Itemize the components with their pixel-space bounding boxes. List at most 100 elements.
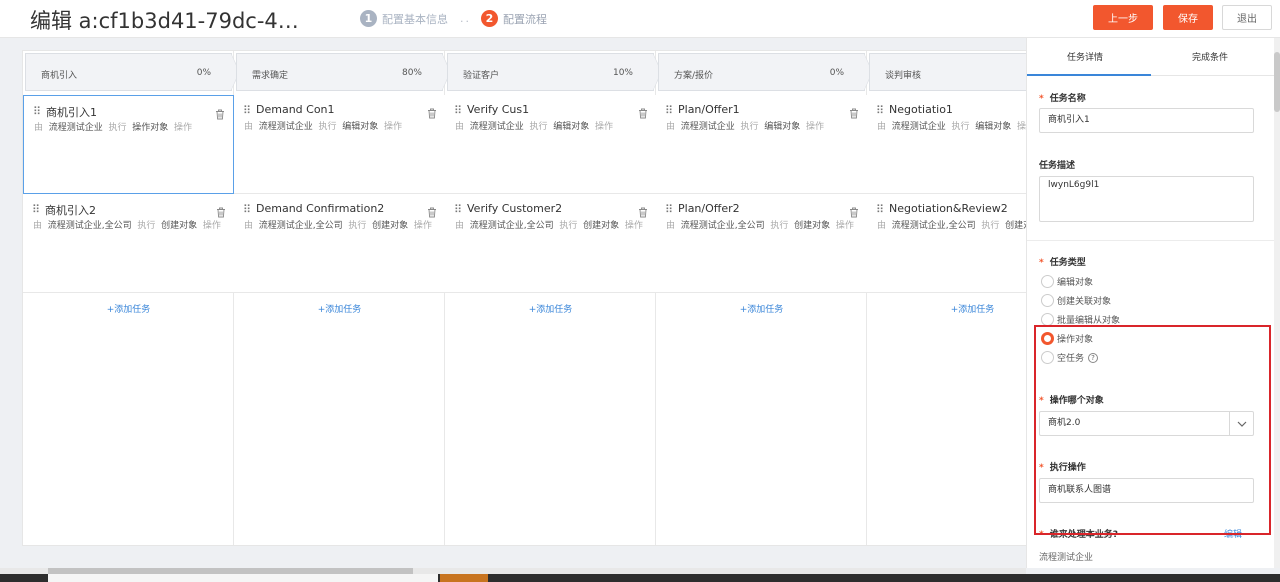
task-meta: 由 流程测试企业,全公司 执行 创建对象 操作	[666, 220, 856, 233]
meta-suffix: 操作	[202, 221, 221, 231]
task-type-label: * 任务类型	[1039, 258, 1086, 268]
step-config-flow[interactable]: 2 配置流程	[481, 10, 547, 27]
stage-header[interactable]: 谈判审核	[869, 53, 1029, 91]
task-meta: 由 流程测试企业 执行 编辑对象 操	[877, 121, 1029, 134]
stage-percent: 0%	[196, 68, 211, 78]
step-number: 1	[360, 10, 377, 27]
meta-suffix: 操作	[174, 123, 193, 133]
meta-owner: 流程测试企业,全公司	[680, 221, 765, 231]
meta-exec: 执行	[981, 221, 1000, 231]
stage-column: 商机引入 0% ⠿ 商机引入1 由 流程测试企业 执行 操作对象 操作 ⠿ 商机引入2 由 流…	[23, 51, 240, 545]
meta-action: 创建对象	[794, 221, 831, 231]
add-task-button[interactable]: +添加任务	[445, 302, 656, 315]
meta-exec: 执行	[348, 221, 367, 231]
stage-name: 验证客户	[463, 71, 500, 81]
trash-icon[interactable]	[849, 104, 859, 119]
meta-action: 创建对象	[161, 221, 198, 231]
task-name: Verify Cus1	[467, 103, 530, 116]
task-card[interactable]: ⠿ Plan/Offer1 由 流程测试企业 执行 编辑对象 操作	[656, 95, 867, 194]
task-card[interactable]: ⠿ Plan/Offer2 由 流程测试企业,全公司 执行 创建对象 操作	[656, 194, 867, 293]
meta-exec: 执行	[951, 122, 970, 132]
drag-handle-icon[interactable]: ⠿	[33, 105, 41, 118]
task-name: Negotiation&Review2	[889, 202, 1008, 215]
meta-action: 创建对象	[372, 221, 409, 231]
drag-handle-icon[interactable]: ⠿	[876, 203, 884, 216]
scroll-thumb[interactable]	[1274, 52, 1280, 112]
stage-header[interactable]: 方案/报价 0%	[658, 53, 873, 91]
stage-header[interactable]: 需求确定 80%	[236, 53, 451, 91]
trash-icon[interactable]	[215, 105, 225, 120]
task-name: Plan/Offer2	[678, 202, 740, 215]
meta-by: 由	[455, 221, 465, 231]
step-indicator: 1 配置基本信息 .. 2 配置流程	[360, 10, 547, 27]
task-card[interactable]: ⠿ Negotiatio1 由 流程测试企业 执行 编辑对象 操	[867, 95, 1029, 194]
radio-edit-object[interactable]: 编辑对象	[1041, 275, 1093, 288]
add-task-button[interactable]: +添加任务	[867, 302, 1029, 315]
drag-handle-icon[interactable]: ⠿	[243, 203, 251, 216]
tab-complete-condition[interactable]: 完成条件	[1192, 50, 1228, 63]
drag-handle-icon[interactable]: ⠿	[454, 203, 462, 216]
meta-by: 由	[455, 122, 465, 132]
task-card[interactable]: ⠿ Verify Customer2 由 流程测试企业,全公司 执行 创建对象 操作	[445, 194, 656, 293]
prev-step-button[interactable]: 上一步	[1093, 5, 1153, 30]
stage-name: 商机引入	[41, 71, 78, 81]
meta-suffix: 操	[1017, 122, 1027, 132]
taskbar-app[interactable]	[440, 574, 488, 582]
top-bar: 编辑 a:cf1b3d41-79dc-4… 1 配置基本信息 .. 2 配置流程…	[0, 0, 1280, 38]
task-card[interactable]: ⠿ Demand Con1 由 流程测试企业 执行 编辑对象 操作	[234, 95, 445, 194]
tab-task-detail[interactable]: 任务详情	[1067, 50, 1103, 63]
drag-handle-icon[interactable]: ⠿	[665, 104, 673, 117]
stage-percent: 0%	[829, 68, 844, 78]
trash-icon[interactable]	[638, 203, 648, 218]
meta-exec: 执行	[137, 221, 156, 231]
task-card[interactable]: ⠿ 商机引入2 由 流程测试企业,全公司 执行 创建对象 操作	[23, 194, 234, 293]
trash-icon[interactable]	[638, 104, 648, 119]
radio-button[interactable]	[1041, 275, 1054, 288]
task-name-input[interactable]: 商机引入1	[1039, 108, 1254, 133]
meta-action: 编辑对象	[342, 122, 379, 132]
meta-by: 由	[244, 122, 254, 132]
stage-header[interactable]: 验证客户 10%	[447, 53, 662, 91]
step-basic-info[interactable]: 1 配置基本信息	[360, 10, 448, 27]
trash-icon[interactable]	[216, 203, 226, 218]
stage-name: 谈判审核	[885, 71, 922, 81]
page-title: 编辑 a:cf1b3d41-79dc-4…	[30, 9, 299, 33]
step-number: 2	[481, 10, 498, 27]
drag-handle-icon[interactable]: ⠿	[665, 203, 673, 216]
drag-handle-icon[interactable]: ⠿	[876, 104, 884, 117]
meta-suffix: 操作	[624, 221, 643, 231]
step-label: 配置基本信息	[382, 12, 448, 26]
task-desc-textarea[interactable]: lwynL6g9l1	[1039, 176, 1254, 222]
trash-icon[interactable]	[427, 203, 437, 218]
radio-button[interactable]	[1041, 294, 1054, 307]
vertical-scrollbar[interactable]	[1274, 38, 1280, 568]
stage-header[interactable]: 商机引入 0%	[25, 53, 240, 91]
stage-percent: 80%	[401, 68, 422, 78]
drag-handle-icon[interactable]: ⠿	[454, 104, 462, 117]
taskbar-window[interactable]	[48, 574, 438, 582]
os-taskbar	[0, 574, 1280, 582]
meta-exec: 执行	[770, 221, 789, 231]
trash-icon[interactable]	[849, 203, 859, 218]
task-name: Demand Con1	[256, 103, 335, 116]
add-task-button[interactable]: +添加任务	[23, 302, 234, 315]
task-card[interactable]: ⠿ Verify Cus1 由 流程测试企业 执行 编辑对象 操作	[445, 95, 656, 194]
task-card[interactable]: ⠿ 商机引入1 由 流程测试企业 执行 操作对象 操作	[23, 95, 234, 194]
drag-handle-icon[interactable]: ⠿	[243, 104, 251, 117]
save-button[interactable]: 保存	[1163, 5, 1213, 30]
radio-create-related[interactable]: 创建关联对象	[1041, 294, 1111, 307]
meta-action: 编辑对象	[975, 122, 1012, 132]
add-task-button[interactable]: +添加任务	[656, 302, 867, 315]
trash-icon[interactable]	[427, 104, 437, 119]
panel-tabs: 任务详情 完成条件	[1027, 38, 1274, 76]
add-task-button[interactable]: +添加任务	[234, 302, 445, 315]
stage-percent: 10%	[612, 68, 633, 78]
task-meta: 由 流程测试企业,全公司 执行 创建对象 操作	[33, 220, 223, 233]
meta-owner: 流程测试企业,全公司	[258, 221, 343, 231]
exit-button[interactable]: 退出	[1222, 5, 1272, 30]
task-card[interactable]: ⠿ Negotiation&Review2 由 流程测试企业,全公司 执行 创建对象…	[867, 194, 1029, 293]
drag-handle-icon[interactable]: ⠿	[32, 203, 40, 216]
meta-by: 由	[34, 123, 44, 133]
task-name: Verify Customer2	[467, 202, 563, 215]
task-card[interactable]: ⠿ Demand Confirmation2 由 流程测试企业,全公司 执行 创建对…	[234, 194, 445, 293]
